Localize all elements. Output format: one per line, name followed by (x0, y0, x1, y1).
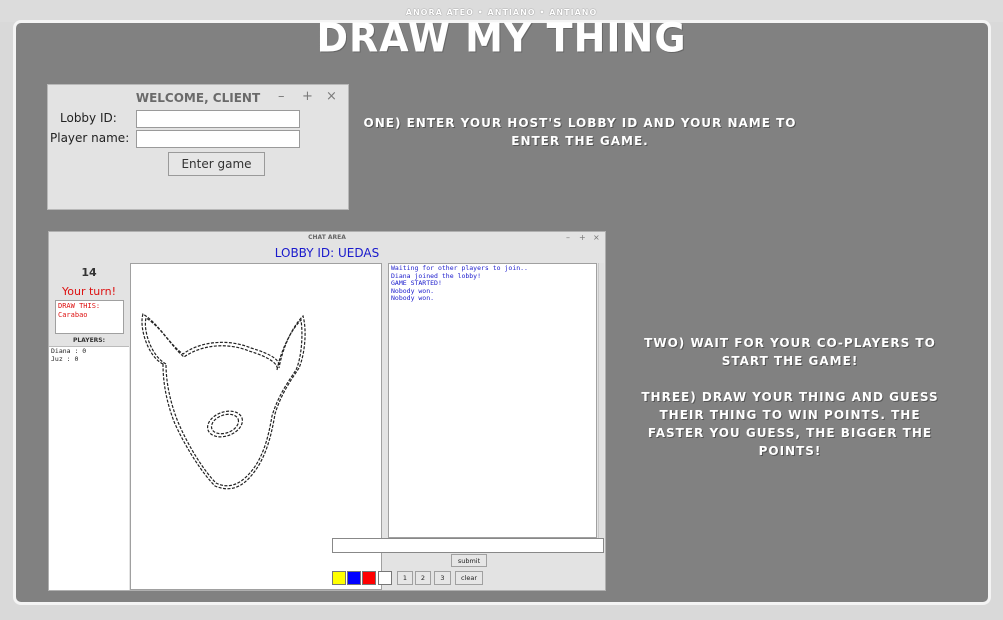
player-entry: Diana : 0 (51, 347, 87, 355)
lobby-id-label: Lobby ID: (60, 111, 117, 125)
welcome-titlebar[interactable]: WELCOME, CLIENT – + × (48, 85, 348, 111)
player-name-input[interactable] (136, 130, 300, 148)
brush-size-2-button[interactable]: 2 (415, 571, 431, 585)
instruction-step-two: TWO) WAIT FOR YOUR CO-PLAYERS TO START T… (644, 336, 936, 368)
chat-input[interactable] (332, 538, 604, 553)
app-title: DRAW MY THING (316, 14, 687, 62)
players-header: PLAYERS: (72, 337, 106, 344)
player-name-label: Player name: (50, 131, 130, 145)
color-swatch-white[interactable] (378, 571, 392, 585)
chat-log: Waiting for other players to join.. Dian… (388, 263, 597, 538)
clear-button[interactable]: clear (455, 571, 483, 585)
chat-scrollbar[interactable] (598, 263, 604, 538)
chat-title: CHAT AREA (308, 234, 346, 241)
maximize-icon[interactable]: + (579, 233, 586, 242)
draw-this-label: DRAW THIS: (58, 302, 101, 310)
color-swatch-blue[interactable] (347, 571, 361, 585)
color-swatch-red[interactable] (362, 571, 376, 585)
draw-this-box: DRAW THIS: Carabao (55, 300, 124, 334)
submit-button[interactable]: submit (451, 554, 487, 567)
lobby-id-display: LOBBY ID: UEDAS (274, 246, 380, 260)
close-icon[interactable]: × (326, 89, 337, 104)
brush-size-3-button[interactable]: 3 (434, 571, 451, 585)
brush-size-1-button[interactable]: 1 (397, 571, 413, 585)
timer: 14 (81, 266, 97, 279)
game-info-panel: 14 Your turn! DRAW THIS: Carabao PLAYERS… (49, 260, 129, 590)
instruction-step-three: THREE) DRAW YOUR THING AND GUESS THEIR T… (641, 390, 939, 458)
player-entry: Juz : 0 (51, 355, 79, 363)
lobby-id-input[interactable] (136, 110, 300, 128)
chat-message: Nobody won. (391, 294, 435, 302)
welcome-window: WELCOME, CLIENT – + × Lobby ID: Player n… (47, 84, 349, 210)
color-swatch-yellow[interactable] (332, 571, 346, 585)
close-icon[interactable]: × (593, 233, 600, 242)
turn-indicator: Your turn! (62, 285, 116, 298)
enter-game-button[interactable]: Enter game (168, 152, 265, 176)
instruction-step-one: ONE) ENTER YOUR HOST'S LOBBY ID AND YOUR… (363, 116, 797, 148)
maximize-icon[interactable]: + (302, 89, 313, 104)
chat-window: CHAT AREA – + × LOBBY ID: UEDAS 14 Your … (48, 231, 606, 591)
minimize-icon[interactable]: – (278, 89, 285, 104)
chat-titlebar[interactable]: CHAT AREA – + × (49, 232, 605, 244)
players-list: Diana : 0 Juz : 0 (49, 346, 129, 590)
minimize-icon[interactable]: – (566, 233, 570, 242)
draw-this-word: Carabao (58, 311, 88, 319)
